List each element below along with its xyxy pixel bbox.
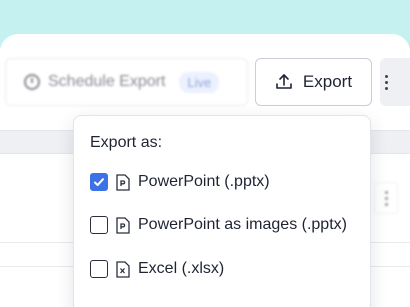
excel-file-icon xyxy=(116,260,130,278)
checkmark-icon xyxy=(94,178,104,187)
clock-icon xyxy=(24,74,40,90)
export-option-xlsx[interactable]: Excel (.xlsx) xyxy=(90,257,224,281)
xlsx-option-label: Excel (.xlsx) xyxy=(138,260,225,277)
more-vertical-icon xyxy=(384,190,388,206)
export-as-heading: Export as: xyxy=(90,134,163,151)
powerpoint-file-icon xyxy=(116,216,130,234)
export-dropdown: Export as: PowerPoint (.pptx) PowerPoint… xyxy=(73,115,371,307)
export-option-pptx-images[interactable]: PowerPoint as images (.pptx) xyxy=(90,213,347,237)
row-actions-button[interactable] xyxy=(374,182,398,214)
export-label: Export xyxy=(302,72,353,91)
upload-icon xyxy=(276,74,292,89)
pptx-checkbox[interactable] xyxy=(90,173,108,191)
pptx-images-option-label: PowerPoint as images (.pptx) xyxy=(138,216,347,233)
export-button[interactable]: Export xyxy=(255,58,372,106)
pptx-images-checkbox[interactable] xyxy=(90,216,108,234)
schedule-export-label: Schedule Export xyxy=(48,73,166,90)
pptx-option-label: PowerPoint (.pptx) xyxy=(138,173,270,190)
more-options-button[interactable] xyxy=(380,58,410,106)
more-vertical-icon xyxy=(385,74,388,90)
xlsx-checkbox[interactable] xyxy=(90,260,108,278)
live-badge: Live xyxy=(179,71,220,93)
export-option-pptx[interactable]: PowerPoint (.pptx) xyxy=(90,170,270,194)
schedule-export-button[interactable]: Schedule Export Live xyxy=(5,58,248,106)
powerpoint-file-icon xyxy=(116,173,130,191)
